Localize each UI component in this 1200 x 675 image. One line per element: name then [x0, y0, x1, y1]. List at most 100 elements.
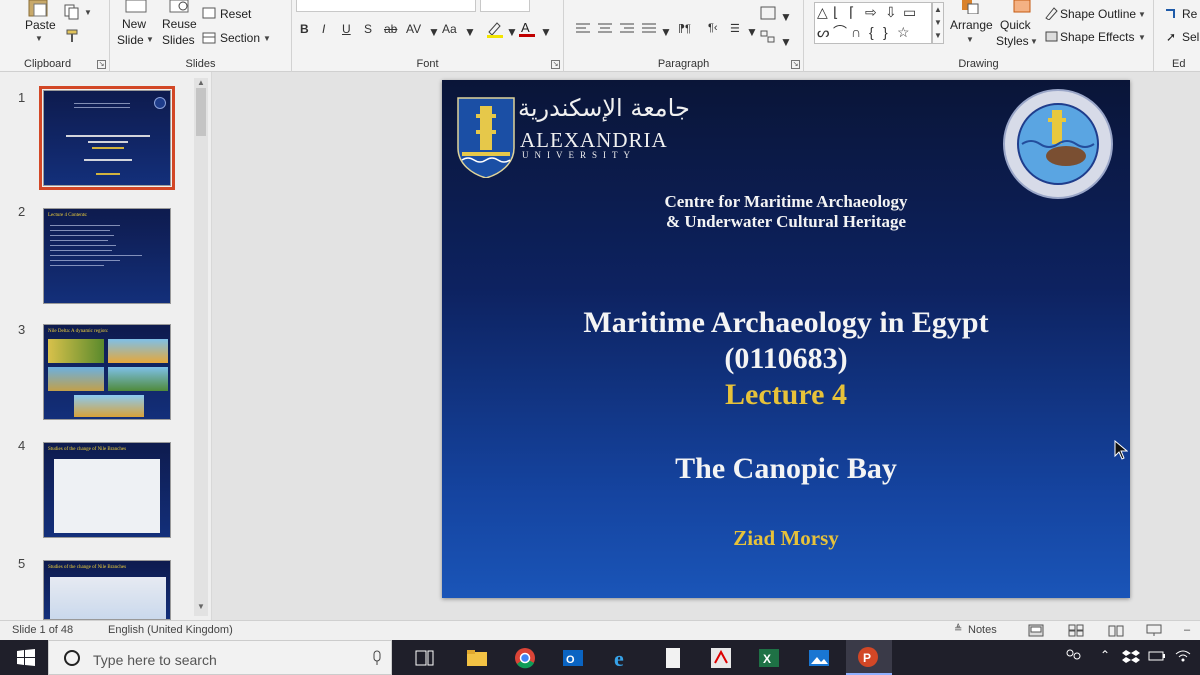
replace-icon[interactable] [1164, 8, 1176, 20]
italic-button[interactable]: I [322, 22, 325, 36]
taskbar-search-box[interactable]: Type here to search [48, 640, 392, 675]
task-view-icon[interactable] [414, 647, 436, 669]
connector-shape-icon[interactable]: ⌈ [849, 5, 854, 19]
arc-shape-icon[interactable]: ⌒ [833, 25, 847, 39]
paste-button[interactable]: Paste [25, 18, 56, 32]
case-dropdown-icon[interactable]: ▼ [464, 25, 476, 39]
rtl-icon[interactable]: ¶‹ [708, 22, 718, 34]
document-icon[interactable] [662, 647, 684, 669]
outlook-icon[interactable]: O [562, 647, 584, 669]
zoom-out-icon[interactable]: – [1184, 624, 1190, 636]
shapes-gallery[interactable]: △ ⌊ ⌈ ⇨ ⇩ ▭ ᔕ ⌒ ∩ { } ☆ [814, 2, 932, 44]
paste-icon[interactable] [26, 0, 52, 18]
copy-dropdown-icon[interactable]: ▼ [84, 8, 92, 17]
thumbnail-scrollbar[interactable]: ▲ ▼ [194, 78, 208, 616]
bold-button[interactable]: B [300, 22, 309, 36]
arrange-dropdown-icon[interactable]: ▼ [966, 35, 974, 44]
dropbox-icon[interactable] [1122, 647, 1144, 669]
battery-icon[interactable] [1148, 647, 1170, 669]
slide-thumbnail-1[interactable] [39, 86, 175, 190]
shape-outline-button[interactable]: Shape Outline [1060, 7, 1136, 21]
change-case-button[interactable]: Aa [442, 22, 457, 36]
text-direction-dropdown-icon[interactable]: ▼ [780, 10, 792, 24]
wave-shape-icon[interactable]: ∩ [851, 25, 861, 39]
brace-left-shape-icon[interactable]: { [869, 25, 874, 39]
text-direction-icon[interactable] [760, 6, 776, 20]
copy-icon[interactable] [64, 4, 80, 20]
columns-dropdown-icon[interactable]: ▼ [746, 25, 758, 39]
shapes-more-icon[interactable]: ▲ ▼ ▼ [932, 2, 944, 44]
normal-view-icon[interactable] [1028, 624, 1044, 637]
current-slide[interactable]: جامعة الإسكندرية ALEXANDRIA UNIVERSITY C… [442, 80, 1130, 598]
slide-show-icon[interactable] [1146, 624, 1162, 637]
slide-thumbnail-5[interactable]: Studies of the change of Nile Branches [43, 560, 171, 620]
file-explorer-icon[interactable] [466, 647, 488, 669]
scroll-up-icon[interactable]: ▲ [197, 78, 205, 87]
internet-explorer-icon[interactable]: e [612, 647, 634, 669]
wifi-icon[interactable] [1174, 647, 1196, 669]
reuse-slides-label[interactable]: Reuse [162, 17, 197, 31]
scroll-down-icon[interactable]: ▼ [197, 602, 205, 611]
font-color-icon[interactable]: A [518, 20, 536, 38]
section-dropdown-icon[interactable]: ▼ [263, 34, 271, 43]
section-icon[interactable] [202, 32, 216, 44]
paragraph-launcher-icon[interactable]: ↘ [791, 60, 800, 69]
notes-button[interactable]: Notes [968, 624, 997, 636]
reading-view-icon[interactable] [1108, 624, 1124, 637]
people-icon[interactable] [1064, 647, 1086, 669]
smartart-dropdown-icon[interactable]: ▼ [780, 35, 792, 49]
excel-icon[interactable]: X [758, 647, 780, 669]
star-shape-icon[interactable]: ☆ [897, 25, 910, 39]
microphone-icon[interactable] [371, 650, 383, 666]
reset-icon[interactable] [202, 7, 216, 19]
slide-thumbnail-4[interactable]: Studies of the change of Nile Branches [43, 442, 171, 538]
font-color-dropdown-icon[interactable]: ▼ [540, 25, 552, 39]
paste-dropdown-icon[interactable]: ▼ [35, 34, 43, 43]
justify-dropdown-icon[interactable]: ▼ [660, 25, 672, 39]
font-launcher-icon[interactable]: ↘ [551, 60, 560, 69]
shape-effects-dropdown-icon[interactable]: ▼ [1138, 33, 1146, 42]
line-shape-icon[interactable]: ⌊ [833, 5, 838, 19]
shape-outline-dropdown-icon[interactable]: ▼ [1138, 10, 1146, 19]
character-spacing-button[interactable]: AV [406, 22, 421, 36]
spacing-dropdown-icon[interactable]: ▼ [428, 25, 440, 39]
shape-effects-button[interactable]: Shape Effects [1060, 30, 1135, 44]
quick-styles-icon[interactable] [1012, 0, 1034, 14]
select-cursor-icon[interactable]: ➚ [1166, 30, 1176, 44]
reset-button[interactable]: Reset [220, 7, 251, 21]
reuse-slides-icon[interactable] [168, 0, 192, 14]
alignment-icons[interactable] [576, 22, 666, 36]
ltr-icon[interactable]: ⁋¶ [678, 22, 691, 35]
font-size-box[interactable] [480, 0, 530, 12]
section-button[interactable]: Section [220, 31, 260, 45]
convert-smartart-icon[interactable] [760, 30, 776, 44]
down-arrow-shape-icon[interactable]: ⇩ [885, 5, 897, 19]
clipboard-launcher-icon[interactable]: ↘ [97, 60, 106, 69]
new-slide-dropdown-icon[interactable]: ▼ [146, 35, 154, 44]
scrollbar-thumb[interactable] [196, 88, 206, 136]
arrange-button[interactable]: Arrange [950, 18, 993, 32]
shape-outline-icon[interactable] [1044, 6, 1060, 20]
brace-right-shape-icon[interactable]: } [883, 25, 888, 39]
highlight-icon[interactable] [486, 20, 504, 38]
powerpoint-taskbar-button[interactable]: P [846, 640, 892, 675]
columns-icon[interactable]: ☰ [730, 22, 740, 35]
slide-thumbnail-3[interactable]: Nile Delta: A dynamic region: [43, 324, 171, 420]
new-slide-label[interactable]: New [122, 17, 146, 31]
windows-start-icon[interactable] [16, 648, 38, 670]
new-slide-button[interactable]: Slide [117, 33, 144, 47]
select-button[interactable]: Sel [1182, 30, 1199, 44]
chrome-icon[interactable] [514, 647, 536, 669]
triangle-shape-icon[interactable]: △ [817, 5, 828, 19]
acrobat-icon[interactable] [710, 647, 732, 669]
notes-icon[interactable]: ≜ [954, 624, 962, 635]
quick-styles-dropdown-icon[interactable]: ▼ [1030, 37, 1038, 46]
strikethrough-button[interactable]: ab [384, 22, 397, 36]
slide-thumbnail-2[interactable]: Lecture 4 Contents: [43, 208, 171, 304]
shape-effects-icon[interactable] [1044, 30, 1060, 44]
replace-button[interactable]: Re [1182, 7, 1197, 21]
slide-sorter-view-icon[interactable] [1068, 624, 1084, 637]
font-name-box[interactable] [296, 0, 476, 12]
highlight-dropdown-icon[interactable]: ▼ [506, 25, 518, 39]
system-tray-chevron-icon[interactable]: ⌃ [1100, 648, 1110, 662]
